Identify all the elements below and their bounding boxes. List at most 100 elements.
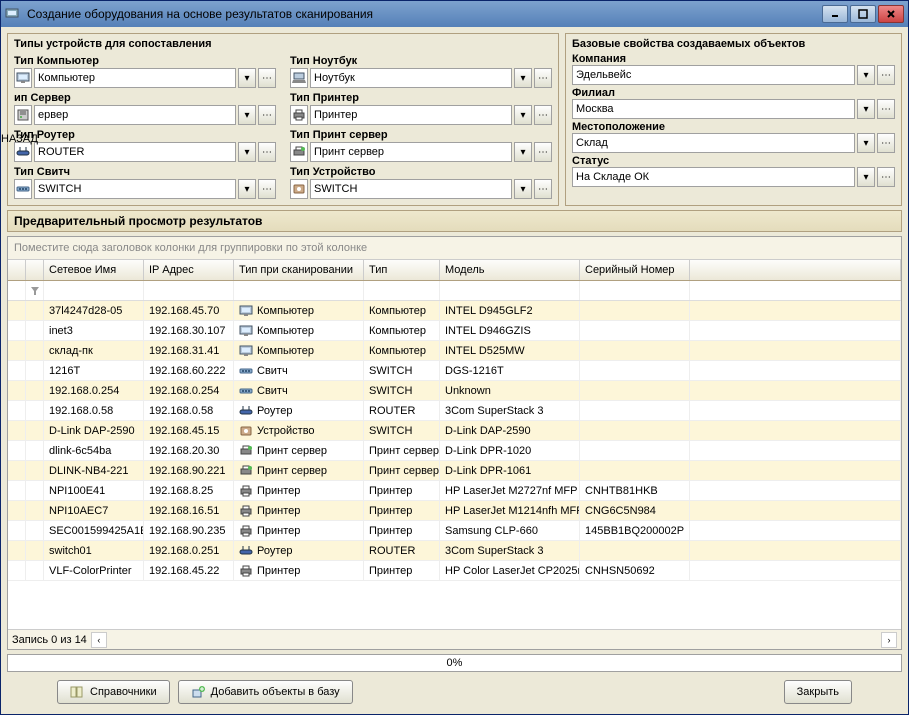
minimize-button[interactable]	[822, 5, 848, 23]
prop-input-3[interactable]	[572, 167, 855, 187]
col-serial[interactable]: Серийный Номер	[580, 260, 690, 280]
table-row[interactable]: switch01 192.168.0.251 Роутер ROUTER 3Co…	[8, 541, 901, 561]
cell-ip: 192.168.60.222	[144, 361, 234, 380]
cell-scan-type: Компьютер	[234, 341, 364, 360]
more-button[interactable]: ⋯	[877, 65, 895, 85]
table-row[interactable]: VLF-ColorPrinter 192.168.45.22 Принтер П…	[8, 561, 901, 581]
more-button[interactable]: ⋯	[534, 142, 552, 162]
more-button[interactable]: ⋯	[877, 167, 895, 187]
dropdown-button[interactable]: ▾	[238, 68, 256, 88]
cell-ip: 192.168.16.51	[144, 501, 234, 520]
table-row[interactable]: D-Link DAP-2590 192.168.45.15 Устройство…	[8, 421, 901, 441]
printer-icon	[239, 505, 253, 517]
cell-ip: 192.168.0.251	[144, 541, 234, 560]
dropdown-button[interactable]: ▾	[857, 167, 875, 187]
nav-next-button[interactable]: ›	[881, 632, 897, 648]
type-input-4[interactable]	[34, 142, 236, 162]
cell-serial: 145BB1BQ200002P	[580, 521, 690, 540]
cell-ip: 192.168.45.15	[144, 421, 234, 440]
router-icon	[239, 405, 253, 417]
dropdown-button[interactable]: ▾	[238, 105, 256, 125]
cell-type: Компьютер	[364, 301, 440, 320]
dropdown-button[interactable]: ▾	[238, 179, 256, 199]
grid-body[interactable]: 37l4247d28-05 192.168.45.70 Компьютер Ко…	[8, 301, 901, 629]
col-model[interactable]: Модель	[440, 260, 580, 280]
cell-ip: 192.168.45.22	[144, 561, 234, 580]
references-button[interactable]: Справочники	[57, 680, 170, 704]
base-props-title: Базовые свойства создаваемых объектов	[572, 38, 895, 50]
col-ip[interactable]: IP Адрес	[144, 260, 234, 280]
add-objects-button[interactable]: Добавить объекты в базу	[178, 680, 353, 704]
type-input-5[interactable]	[310, 142, 512, 162]
type-input-7[interactable]	[310, 179, 512, 199]
dropdown-button[interactable]: ▾	[514, 142, 532, 162]
close-button[interactable]	[878, 5, 904, 23]
more-button[interactable]: ⋯	[534, 105, 552, 125]
dropdown-button[interactable]: ▾	[857, 99, 875, 119]
base-props-group: Базовые свойства создаваемых объектов Ко…	[565, 33, 902, 206]
type-input-2[interactable]	[34, 105, 236, 125]
cell-type: Компьютер	[364, 341, 440, 360]
dropdown-button[interactable]: ▾	[514, 105, 532, 125]
type-label: Тип Устройство	[290, 166, 375, 178]
col-type[interactable]: Тип	[364, 260, 440, 280]
more-button[interactable]: ⋯	[258, 68, 276, 88]
table-row[interactable]: 37l4247d28-05 192.168.45.70 Компьютер Ко…	[8, 301, 901, 321]
table-row[interactable]: SEC001599425A1E 192.168.90.235 Принтер П…	[8, 521, 901, 541]
computer-icon	[239, 305, 253, 317]
table-row[interactable]: 192.168.0.254 192.168.0.254 Свитч SWITCH…	[8, 381, 901, 401]
device-icon	[239, 425, 253, 437]
cell-type: Принтер	[364, 501, 440, 520]
table-row[interactable]: DLINK-NB4-221 192.168.90.221 Принт серве…	[8, 461, 901, 481]
more-button[interactable]: ⋯	[258, 105, 276, 125]
more-button[interactable]: ⋯	[877, 133, 895, 153]
more-button[interactable]: ⋯	[534, 179, 552, 199]
table-row[interactable]: NPI10AEC7 192.168.16.51 Принтер Принтер …	[8, 501, 901, 521]
type-label: Тип Компьютер	[14, 55, 99, 67]
table-row[interactable]: inet3 192.168.30.107 Компьютер Компьютер…	[8, 321, 901, 341]
nav-prev-button[interactable]: ‹	[91, 632, 107, 648]
cell-model: Unknown	[440, 381, 580, 400]
more-button[interactable]: ⋯	[877, 99, 895, 119]
table-row[interactable]: dlink-6c54ba 192.168.20.30 Принт сервер …	[8, 441, 901, 461]
prop-input-2[interactable]	[572, 133, 855, 153]
dropdown-button[interactable]: ▾	[238, 142, 256, 162]
cell-type: Принт сервер	[364, 461, 440, 480]
close-dialog-button[interactable]: Закрыть	[784, 680, 852, 704]
type-input-3[interactable]	[310, 105, 512, 125]
col-network-name[interactable]: Сетевое Имя	[44, 260, 144, 280]
cell-ip: 192.168.20.30	[144, 441, 234, 460]
prop-input-1[interactable]	[572, 99, 855, 119]
dropdown-button[interactable]: ▾	[857, 65, 875, 85]
prop-input-0[interactable]	[572, 65, 855, 85]
col-scan-type[interactable]: Тип при сканировании	[234, 260, 364, 280]
more-button[interactable]: ⋯	[258, 179, 276, 199]
table-row[interactable]: склад-пк 192.168.31.41 Компьютер Компьют…	[8, 341, 901, 361]
dropdown-button[interactable]: ▾	[857, 133, 875, 153]
cell-name: 37l4247d28-05	[44, 301, 144, 320]
filter-icon[interactable]	[26, 281, 44, 300]
device-types-title: Типы устройств для сопоставления	[14, 38, 552, 50]
filter-row[interactable]	[8, 281, 901, 301]
type-input-6[interactable]	[34, 179, 236, 199]
cell-model: HP LaserJet M2727nf MFP	[440, 481, 580, 500]
dropdown-button[interactable]: ▾	[514, 68, 532, 88]
cell-serial	[580, 341, 690, 360]
titlebar[interactable]: Создание оборудования на основе результа…	[1, 1, 908, 27]
type-input-1[interactable]	[310, 68, 512, 88]
dropdown-button[interactable]: ▾	[514, 179, 532, 199]
progress-bar: 0%	[7, 654, 902, 672]
type-input-0[interactable]	[34, 68, 236, 88]
table-row[interactable]: NPI100E41 192.168.8.25 Принтер Принтер H…	[8, 481, 901, 501]
printer-icon	[239, 565, 253, 577]
maximize-button[interactable]	[850, 5, 876, 23]
more-button[interactable]: ⋯	[534, 68, 552, 88]
more-button[interactable]: ⋯	[258, 142, 276, 162]
table-row[interactable]: 1216T 192.168.60.222 Свитч SWITCH DGS-12…	[8, 361, 901, 381]
group-hint[interactable]: Поместите сюда заголовок колонки для гру…	[8, 237, 901, 260]
type-label: ип Сервер	[14, 92, 71, 104]
cell-serial: CNHSN50692	[580, 561, 690, 580]
cell-scan-type: Принтер	[234, 521, 364, 540]
results-grid: Поместите сюда заголовок колонки для гру…	[7, 236, 902, 650]
table-row[interactable]: 192.168.0.58 192.168.0.58 Роутер ROUTER …	[8, 401, 901, 421]
